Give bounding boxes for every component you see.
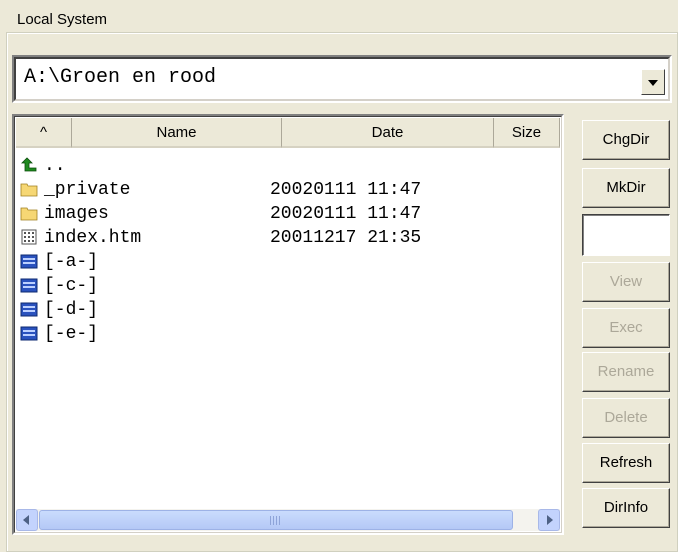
file-name: [-a-] bbox=[44, 252, 99, 272]
rename-button[interactable]: Rename bbox=[582, 352, 670, 392]
list-item[interactable]: _private 20020111 11:47 bbox=[18, 178, 558, 202]
drive-icon bbox=[20, 326, 38, 341]
list-item[interactable]: images 20020111 11:47 bbox=[18, 202, 558, 226]
exec-button[interactable]: Exec bbox=[582, 308, 670, 348]
scroll-right-button[interactable] bbox=[538, 509, 560, 531]
file-date: 20020111 11:47 bbox=[270, 180, 422, 200]
chevron-down-icon bbox=[648, 80, 658, 86]
list-item[interactable]: index.htm 20011217 21:35 bbox=[18, 226, 558, 250]
column-header-size[interactable]: Size bbox=[494, 118, 560, 148]
file-list[interactable]: ^ Name Date Size .. _private 20020111 11… bbox=[12, 114, 564, 535]
file-name: [-e-] bbox=[44, 324, 99, 344]
file-name: [-d-] bbox=[44, 300, 99, 320]
dropdown-button[interactable] bbox=[641, 69, 665, 95]
chevron-right-icon bbox=[547, 515, 553, 525]
mkdir-button[interactable]: MkDir bbox=[582, 168, 670, 208]
drive-icon bbox=[20, 254, 38, 269]
file-name: [-c-] bbox=[44, 276, 99, 296]
file-name: images bbox=[44, 204, 109, 224]
dirinfo-button[interactable]: DirInfo bbox=[582, 488, 670, 528]
file-name: _private bbox=[44, 180, 131, 200]
column-header-sort[interactable]: ^ bbox=[16, 118, 72, 148]
refresh-button[interactable]: Refresh bbox=[582, 443, 670, 483]
group-title: Local System bbox=[14, 11, 111, 28]
column-header-name[interactable]: Name bbox=[72, 118, 282, 148]
column-header-date[interactable]: Date bbox=[282, 118, 494, 148]
drive-icon bbox=[20, 278, 38, 293]
path-combobox[interactable]: A:\Groen en rood bbox=[12, 55, 672, 103]
path-value[interactable]: A:\Groen en rood bbox=[24, 66, 216, 89]
delete-button[interactable]: Delete bbox=[582, 398, 670, 438]
chevron-left-icon bbox=[23, 515, 29, 525]
folder-icon bbox=[20, 183, 38, 197]
scroll-thumb[interactable] bbox=[39, 510, 513, 530]
file-date: 20020111 11:47 bbox=[270, 204, 422, 224]
horizontal-scrollbar[interactable] bbox=[16, 509, 560, 531]
list-item[interactable]: [-a-] bbox=[18, 250, 558, 274]
html-file-icon bbox=[21, 229, 37, 245]
file-name: index.htm bbox=[44, 228, 142, 248]
list-item[interactable]: [-d-] bbox=[18, 298, 558, 322]
list-item[interactable]: [-e-] bbox=[18, 322, 558, 346]
input-field[interactable] bbox=[582, 214, 670, 256]
grip-icon bbox=[270, 516, 282, 525]
folder-icon bbox=[20, 207, 38, 221]
up-folder-icon bbox=[21, 157, 37, 172]
scroll-left-button[interactable] bbox=[16, 509, 38, 531]
list-item[interactable]: [-c-] bbox=[18, 274, 558, 298]
view-button[interactable]: View bbox=[582, 262, 670, 302]
chgdir-button[interactable]: ChgDir bbox=[582, 120, 670, 160]
drive-icon bbox=[20, 302, 38, 317]
list-item[interactable]: .. bbox=[18, 154, 558, 178]
file-rows: .. _private 20020111 11:47 images 200201… bbox=[18, 154, 558, 346]
file-date: 20011217 21:35 bbox=[270, 228, 422, 248]
file-name: .. bbox=[44, 156, 66, 176]
